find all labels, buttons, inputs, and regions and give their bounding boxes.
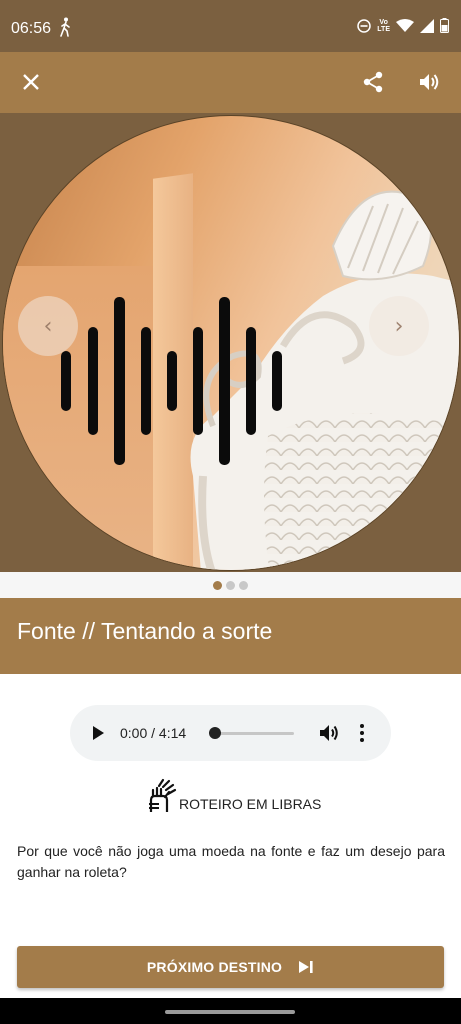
close-icon <box>23 74 39 90</box>
system-nav-bar <box>0 998 461 1024</box>
signal-icon <box>420 18 434 33</box>
libras-script-link[interactable]: ROTEIRO EM LIBRAS <box>147 776 321 814</box>
sign-language-icon <box>149 778 177 812</box>
status-bar: 06:56 Vo LTE <box>0 0 461 52</box>
page-title: Fonte // Tentando a sorte <box>17 618 273 644</box>
carousel-dot-2[interactable] <box>226 580 235 590</box>
title-banner: Fonte // Tentando a sorte <box>0 598 461 674</box>
volume-icon[interactable] <box>318 722 340 744</box>
do-not-disturb-icon <box>357 18 372 33</box>
status-time: 06:56 <box>11 20 52 37</box>
home-gesture-bar[interactable] <box>165 1010 295 1014</box>
volte-indicator: Vo LTE <box>377 18 390 33</box>
play-icon[interactable] <box>88 723 108 743</box>
walking-person-icon <box>60 17 70 37</box>
carousel-next-button[interactable]: › <box>369 296 429 356</box>
more-options-icon[interactable] <box>354 721 370 745</box>
audio-seek-bar[interactable] <box>209 727 294 739</box>
carousel-indicator <box>0 572 461 598</box>
skip-next-icon <box>299 961 313 973</box>
description-text: Por que você não joga uma moeda na fonte… <box>17 843 445 880</box>
volume-icon <box>420 74 439 90</box>
sound-wave-icon <box>61 297 282 465</box>
next-destination-button[interactable]: PRÓXIMO DESTINO <box>17 946 444 988</box>
seek-handle[interactable] <box>209 727 221 739</box>
audio-time: 0:00 / 4:14 <box>120 725 187 741</box>
audio-player: 0:00 / 4:14 <box>70 705 391 761</box>
carousel-prev-button[interactable]: ‹ <box>18 296 78 356</box>
volume-button[interactable] <box>410 62 450 102</box>
status-icons: Vo LTE <box>357 18 449 33</box>
share-icon <box>363 71 383 93</box>
carousel-dot-3[interactable] <box>239 580 248 590</box>
share-button[interactable] <box>353 62 393 102</box>
libras-label: ROTEIRO EM LIBRAS <box>179 796 322 812</box>
next-destination-label: PRÓXIMO DESTINO <box>146 959 283 975</box>
close-button[interactable] <box>11 62 51 102</box>
carousel-dot-1[interactable] <box>213 580 222 590</box>
wifi-icon <box>396 18 414 32</box>
battery-icon <box>440 18 449 33</box>
chevron-right-icon: › <box>394 313 404 339</box>
app-toolbar <box>0 52 461 113</box>
image-carousel[interactable]: ‹ › <box>0 113 461 572</box>
chevron-left-icon: ‹ <box>43 313 53 339</box>
